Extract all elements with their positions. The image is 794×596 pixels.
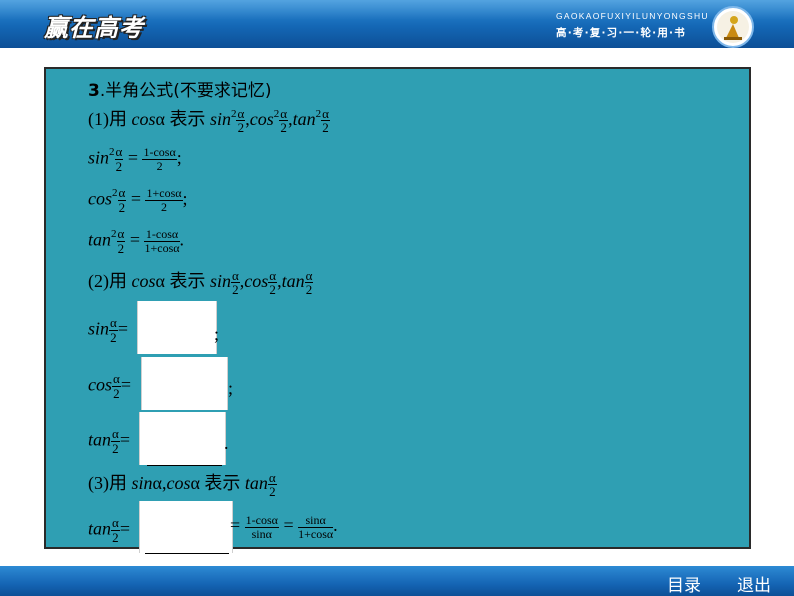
header-pinyin: GAOKAOFUXIYILUNYONGSHU: [556, 11, 709, 21]
answer-blank-tan-half[interactable]: [139, 412, 226, 465]
emblem-icon: [712, 6, 754, 48]
formula-tan-half: tan α 2 =: [88, 426, 130, 456]
section-heading: 3.半角公式(不要求记忆): [88, 81, 272, 101]
formula-sin-half: sin α 2 =: [88, 315, 128, 345]
menu-button[interactable]: 目录: [667, 571, 701, 596]
footer-bar: 目录 退出: [0, 566, 794, 596]
formula-cos-half: cos α 2 =: [88, 371, 131, 401]
period-mark: .: [224, 433, 229, 453]
tan-half-results: = 1-cosα sinα = sinα 1+cosα.: [230, 513, 338, 541]
formula-cos-squared: cos2 α 2 = 1+cosα 2;: [88, 185, 188, 215]
exit-button[interactable]: 退出: [737, 571, 771, 596]
part2-instruction: (2)用 cosα 表示 sin α 2 ,cos α 2 ,tan α 2: [88, 267, 314, 298]
answer-blank-tan-half-sincos[interactable]: [139, 501, 233, 553]
answer-blank-sin-half[interactable]: [137, 301, 217, 354]
header-subtitle: 高·考·复·习·一·轮·用·书: [556, 27, 686, 39]
semicolon-mark: ;: [214, 324, 220, 344]
semicolon-mark: ;: [228, 378, 234, 398]
brand-logo: 赢在高考: [44, 14, 144, 42]
answer-blank-cos-half[interactable]: [141, 357, 228, 410]
part3-instruction: (3)用 sinα,cosα 表示 tan α 2: [88, 469, 277, 500]
formula-tan-squared: tan2 α 2 = 1-cosα 1+cosα.: [88, 226, 185, 256]
answer-underline: [145, 553, 229, 554]
answer-underline: [147, 465, 222, 466]
header-bar: 赢在高考 GAOKAOFUXIYILUNYONGSHU 高·考·复·习·一·轮·…: [0, 0, 794, 48]
part1-instruction: (1)用 cosα 表示 sin2 α 2 ,cos2 α 2 ,tan2 α 2: [88, 105, 330, 136]
formula-sin-squared: sin2 α 2 = 1-cosα 2;: [88, 144, 182, 174]
content-panel: 3.半角公式(不要求记忆) (1)用 cosα 表示 sin2 α 2 ,cos2 α 2…: [44, 67, 751, 554]
formula-tan-half-sincos: tan α 2 =: [88, 515, 130, 545]
